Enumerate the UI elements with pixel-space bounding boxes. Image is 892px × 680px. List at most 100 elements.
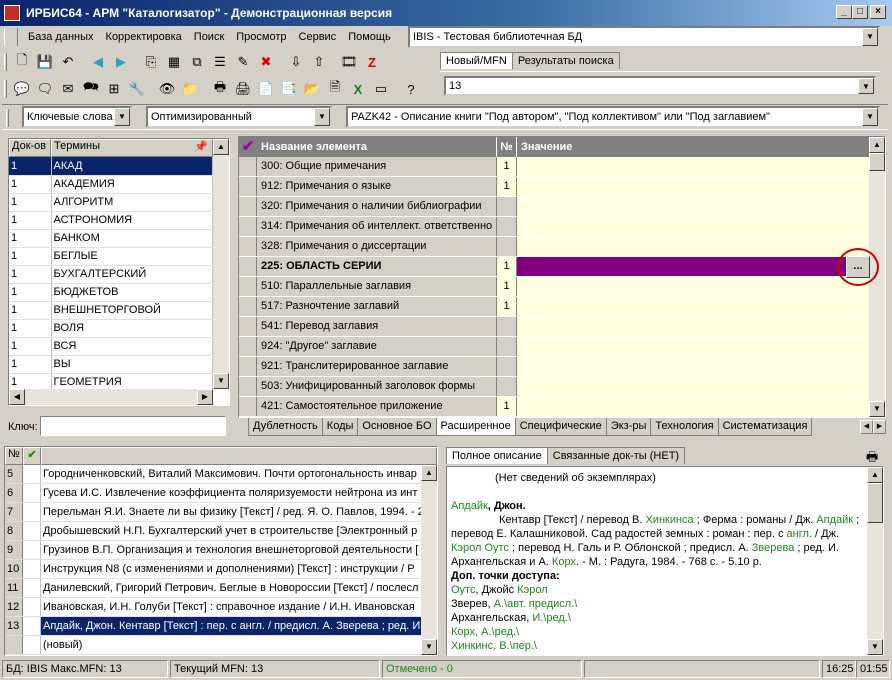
description-link[interactable]: Оутс [451, 584, 475, 596]
close-button[interactable]: × [870, 5, 886, 19]
description-link[interactable]: Апдайк [816, 514, 853, 526]
tab-worksheet[interactable]: Дублетность [248, 418, 323, 436]
scroll-up-icon[interactable]: ▲ [869, 137, 885, 153]
message-icon[interactable]: 🗪 [80, 79, 102, 99]
field-row[interactable]: 314: Примечания об интеллект. ответствен… [239, 217, 869, 237]
field-row[interactable]: 924: "Другое" заглавие [239, 337, 869, 357]
record-check[interactable] [23, 579, 41, 597]
records-header-check[interactable]: ✔ [23, 447, 41, 465]
arrow-left-icon[interactable]: ◀ [87, 52, 109, 72]
field-value[interactable] [517, 237, 869, 256]
scroll-thumb[interactable] [867, 483, 883, 523]
record-row[interactable]: 10 Инструкция N8 (с изменениями и дополне… [5, 560, 421, 579]
field-value[interactable] [517, 397, 869, 416]
records-header-num[interactable]: № [5, 447, 23, 465]
fields-header-num[interactable]: № [497, 137, 517, 157]
save-icon[interactable]: 💾 [34, 52, 56, 72]
menu-view[interactable]: Просмотр [230, 31, 292, 43]
mfn-select[interactable]: 13 ▼ [444, 76, 876, 96]
undo-icon[interactable]: ↶ [57, 52, 79, 72]
minimize-button[interactable]: _ [836, 5, 852, 19]
record-check[interactable] [23, 465, 41, 483]
author-link[interactable]: Апдайк [451, 500, 488, 512]
print-icon[interactable]: 🖶 [209, 79, 231, 99]
field-row[interactable]: 510: Параллельные заглавия 1 [239, 277, 869, 297]
field-row[interactable]: 421: Самостоятельное приложение 1 [239, 397, 869, 417]
tree-icon[interactable]: ⊞ [103, 79, 125, 99]
search-mode-select[interactable]: Ключевые слова ▼ [22, 106, 132, 128]
field-value[interactable] [517, 337, 869, 356]
record-check[interactable] [23, 484, 41, 502]
field-row[interactable]: 300: Общие примечания 1 [239, 157, 869, 177]
field-row[interactable]: 541: Перевод заглавия [239, 317, 869, 337]
record-check[interactable] [23, 617, 41, 635]
terms-list[interactable]: Док-ов Термины 📌 1 АКАД 1 АКАДЕМИЯ 1 АЛГОРИТМ 1… [8, 138, 230, 406]
scroll-up-icon[interactable]: ▲ [213, 139, 229, 155]
pin-icon[interactable]: 📌 [194, 140, 208, 153]
help-icon[interactable]: ? [400, 79, 422, 99]
grid-icon[interactable]: ▦ [163, 52, 185, 72]
scroll-down-icon[interactable]: ▼ [213, 373, 229, 389]
tab-linked-docs[interactable]: Связанные док-ты (НЕТ) [546, 447, 686, 464]
scroll-left-icon[interactable]: ◀ [9, 389, 25, 405]
tab-full-description[interactable]: Полное описание [446, 447, 548, 464]
scroll-right-icon[interactable]: ▶ [197, 389, 213, 405]
field-value[interactable] [517, 197, 869, 216]
terms-hscrollbar[interactable]: ◀ ▶ [9, 389, 213, 405]
window-icon[interactable]: ▭ [370, 79, 392, 99]
excel-icon[interactable]: X [347, 79, 369, 99]
import-icon[interactable]: ⇩ [285, 52, 307, 72]
key-input[interactable] [40, 416, 226, 436]
description-link[interactable]: Хинкинса [645, 514, 693, 526]
record-row[interactable]: 5 Городниченковский, Виталий Максимович. … [5, 465, 421, 484]
scroll-thumb[interactable] [869, 153, 885, 171]
description-scrollbar[interactable]: ▲ ▼ [867, 467, 883, 655]
record-check[interactable] [23, 636, 41, 654]
description-link[interactable]: англ. [787, 528, 812, 540]
tab-worksheet[interactable]: Технология [650, 418, 719, 436]
field-value[interactable] [517, 277, 869, 296]
scroll-down-icon[interactable]: ▼ [867, 639, 883, 655]
scroll-up-icon[interactable]: ▲ [867, 467, 883, 483]
chevron-down-icon[interactable]: ▼ [858, 78, 874, 94]
tab-scroll-right-icon[interactable]: ▶ [873, 420, 886, 434]
view-icon[interactable]: 👁 [156, 79, 178, 99]
tab-search-results[interactable]: Результаты поиска [511, 52, 620, 69]
record-row[interactable]: 7 Перельман Я.И. Знаете ли вы физику [Тек… [5, 503, 421, 522]
terms-scrollbar[interactable]: ▲ ▼ [213, 139, 229, 389]
term-row[interactable]: 1 АКАД [9, 157, 213, 176]
edit-icon[interactable]: ✎ [232, 52, 254, 72]
field-row[interactable]: 517: Разночтение заглавий 1 [239, 297, 869, 317]
field-row[interactable]: 921: Транслитерированное заглавие [239, 357, 869, 377]
record-row[interactable]: 11 Данилевский, Григорий Петрович. Беглые… [5, 579, 421, 598]
field-value[interactable] [517, 177, 869, 196]
list-icon[interactable]: ☰ [209, 52, 231, 72]
field-row[interactable]: 503: Унифицированный заголовок формы [239, 377, 869, 397]
export-folder-icon[interactable]: 📂 [301, 79, 323, 99]
menu-database[interactable]: База данных [22, 31, 100, 43]
fields-grid[interactable]: ✔ Название элемента № Значение 300: Общи… [238, 136, 886, 418]
fields-header-value[interactable]: Значение [517, 137, 869, 157]
term-row[interactable]: 1 АКАДЕМИЯ [9, 175, 213, 194]
tool-icon[interactable]: 🔧 [126, 79, 148, 99]
folder-icon[interactable]: 📁 [179, 79, 201, 99]
delete-icon[interactable]: ✖ [255, 52, 277, 72]
field-row[interactable]: 320: Примечания о наличии библиографии [239, 197, 869, 217]
field-value[interactable] [517, 357, 869, 376]
tab-worksheet[interactable]: Коды [321, 418, 359, 436]
description-link[interactable]: И.\ред.\ [532, 612, 571, 624]
description-link[interactable]: Хинкинс, В.\пер.\ [451, 640, 537, 652]
record-check[interactable] [23, 541, 41, 559]
tab-worksheet[interactable]: Специфические [514, 418, 607, 436]
tab-worksheet[interactable]: Систематизация [717, 418, 813, 436]
term-row[interactable]: 1 ВСЯ [9, 337, 213, 356]
documents-icon[interactable]: 📑 [278, 79, 300, 99]
new-doc-icon[interactable]: 🗋 [11, 52, 33, 72]
print-preview-icon[interactable]: 🖨 [232, 79, 254, 99]
maximize-button[interactable]: □ [852, 5, 868, 19]
scroll-down-icon[interactable]: ▼ [869, 401, 885, 417]
record-check[interactable] [23, 560, 41, 578]
term-row[interactable]: 1 БЕГЛЫЕ [9, 247, 213, 266]
tab-worksheet[interactable]: Расширенное [435, 418, 516, 436]
mail-icon[interactable]: ✉ [57, 79, 79, 99]
